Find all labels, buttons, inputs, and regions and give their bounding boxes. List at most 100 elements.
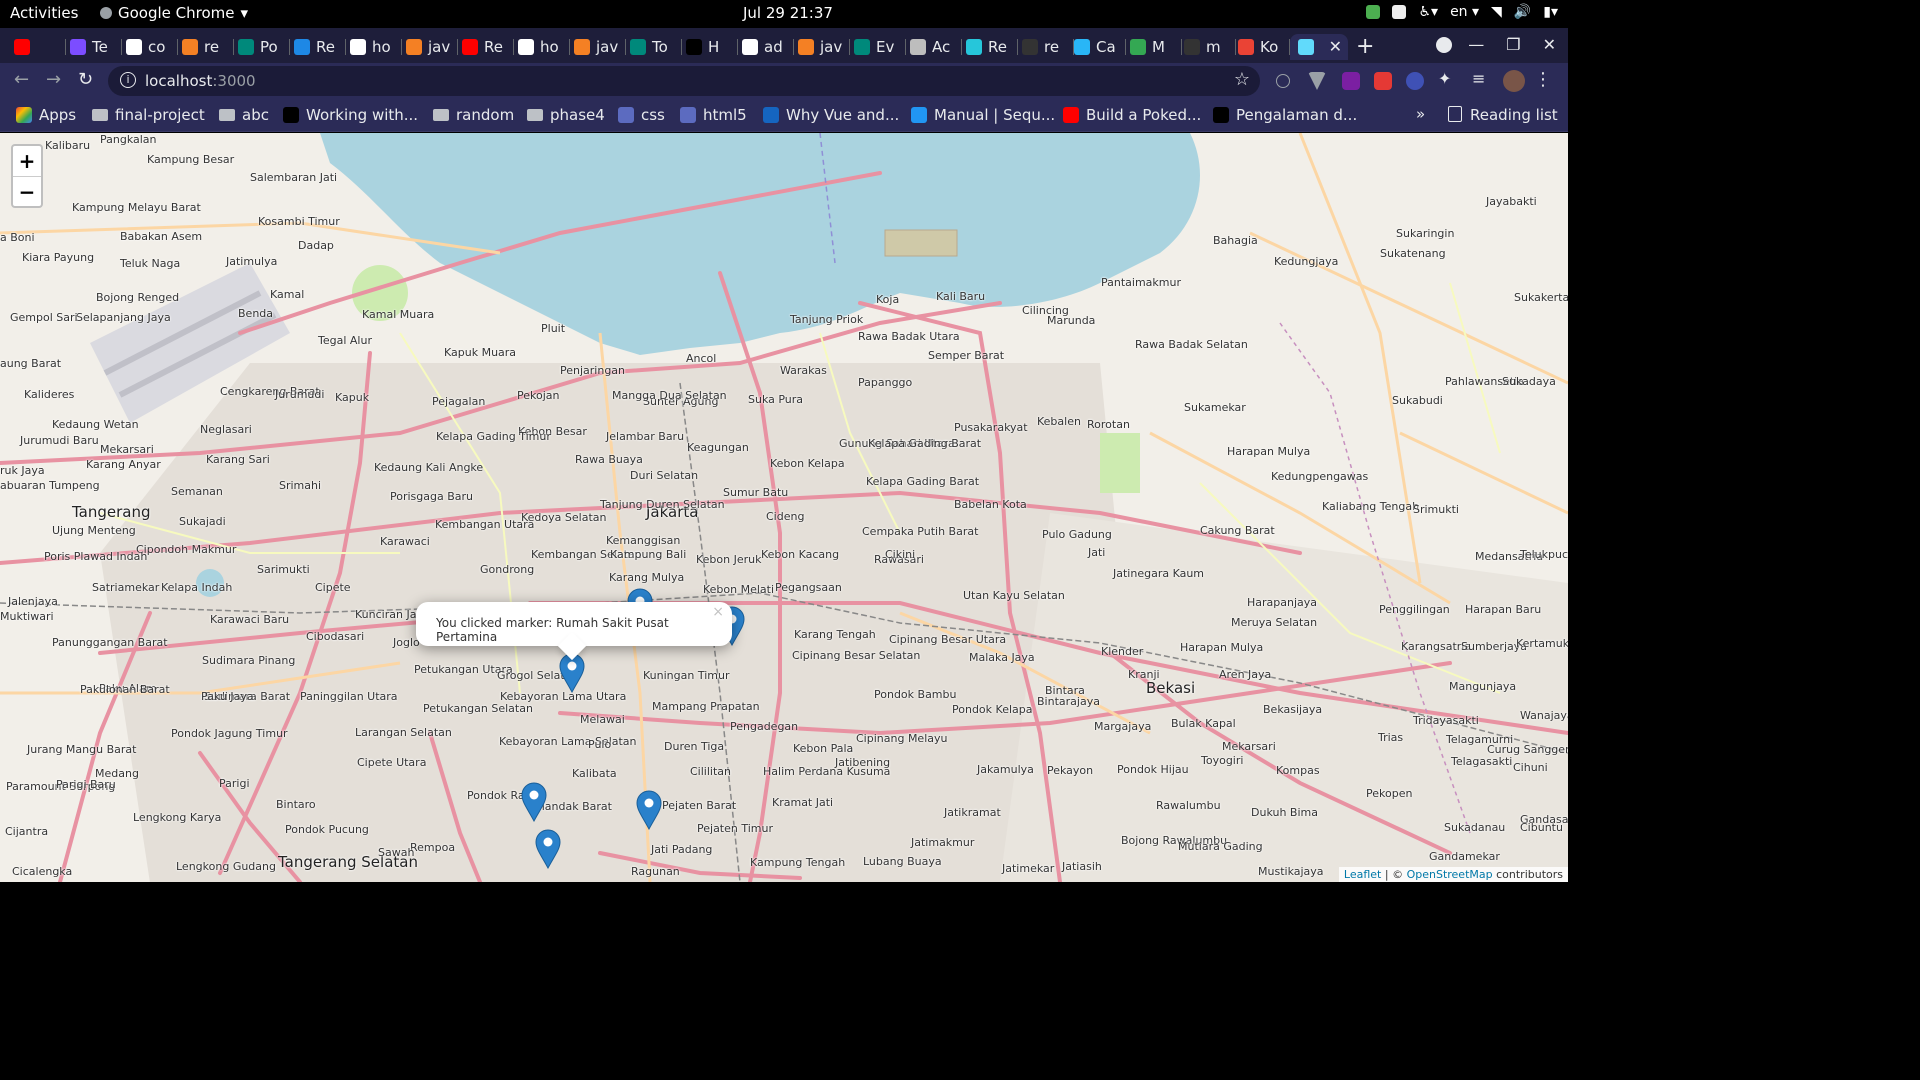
bookmark-item[interactable]: Working with... xyxy=(283,106,418,124)
browser-tab[interactable]: m xyxy=(1184,34,1236,60)
forward-button[interactable]: → xyxy=(46,69,61,90)
battery-icon[interactable]: ▮▾ xyxy=(1543,4,1558,20)
extension-icon[interactable] xyxy=(1276,74,1290,88)
place-label: Sukaringin xyxy=(1396,227,1455,240)
browser-tab[interactable]: Te xyxy=(70,34,122,60)
language-indicator[interactable]: en ▾ xyxy=(1450,4,1479,20)
hospital-marker[interactable] xyxy=(636,790,662,830)
reload-button[interactable]: ↻ xyxy=(78,69,93,90)
bookmark-folder[interactable]: phase4 xyxy=(527,106,605,124)
browser-tab[interactable]: Ac xyxy=(910,34,962,60)
tab-separator xyxy=(1181,39,1182,55)
place-label: Cihuni xyxy=(1513,761,1548,774)
tab-search-icon[interactable] xyxy=(1436,37,1452,53)
redux-devtools-icon[interactable] xyxy=(1342,72,1360,90)
place-label: Jatinegara Kaum xyxy=(1113,567,1205,580)
browser-tab[interactable]: To xyxy=(630,34,682,60)
place-label: Kuningan Timur xyxy=(643,669,730,682)
wifi-icon[interactable]: ◥ xyxy=(1491,4,1502,20)
extension-red-icon[interactable] xyxy=(1374,72,1392,90)
browser-tab[interactable]: co xyxy=(126,34,178,60)
zoom-in-button[interactable]: + xyxy=(13,146,41,176)
place-label: Babelan Kota xyxy=(954,498,1027,511)
browser-tab[interactable]: Re xyxy=(966,34,1018,60)
new-tab-button[interactable]: + xyxy=(1356,34,1374,59)
place-label: Jelambar Baru xyxy=(606,430,685,443)
close-tab-icon[interactable]: ✕ xyxy=(1329,37,1342,56)
minimize-button[interactable]: — xyxy=(1468,35,1484,54)
place-label: Tanjung Duren Selatan xyxy=(600,498,725,511)
media-control-icon[interactable]: ≡ xyxy=(1472,69,1490,88)
color-picker-icon[interactable] xyxy=(1406,72,1424,90)
bookmark-item[interactable]: Apps xyxy=(16,106,76,124)
popup-close-button[interactable]: × xyxy=(712,604,724,620)
leaflet-link[interactable]: Leaflet xyxy=(1344,868,1381,881)
browser-tab[interactable]: re xyxy=(182,34,234,60)
browser-tab[interactable]: Ko xyxy=(1238,34,1290,60)
browser-tab[interactable]: ho xyxy=(518,34,570,60)
back-button[interactable]: ← xyxy=(14,69,29,90)
close-window-button[interactable]: ✕ xyxy=(1543,35,1556,54)
hospital-marker[interactable] xyxy=(535,829,561,869)
system-tray[interactable]: ♿▾ en ▾ ◥ 🔊 ▮▾ xyxy=(1366,4,1558,20)
browser-tab[interactable] xyxy=(14,34,66,60)
openstreetmap-link[interactable]: OpenStreetMap xyxy=(1407,868,1493,881)
avatar[interactable] xyxy=(1503,70,1525,92)
browser-tab[interactable]: Ca xyxy=(1074,34,1126,60)
hospital-marker[interactable] xyxy=(521,782,547,822)
address-bar[interactable]: i localhost:3000 ☆ xyxy=(108,66,1260,96)
clock[interactable]: Jul 29 21:37 xyxy=(743,4,833,22)
browser-tab[interactable]: M xyxy=(1130,34,1182,60)
discord-icon[interactable] xyxy=(1392,5,1407,19)
activities-button[interactable]: Activities xyxy=(10,4,78,22)
bookmarks-overflow-button[interactable]: » xyxy=(1416,105,1425,123)
volume-icon[interactable]: 🔊 xyxy=(1514,4,1531,20)
browser-tab[interactable]: Ev xyxy=(854,34,906,60)
place-label: Satriamekar xyxy=(92,581,160,594)
folder-icon xyxy=(433,109,449,121)
site-info-icon[interactable]: i xyxy=(120,72,136,88)
bookmark-star-icon[interactable]: ☆ xyxy=(1234,69,1250,90)
accessibility-icon[interactable]: ♿▾ xyxy=(1418,4,1438,20)
zoom-out-button[interactable]: − xyxy=(13,176,41,206)
bookmark-item[interactable]: html5 xyxy=(680,106,747,124)
browser-tab[interactable]: jav xyxy=(798,34,850,60)
bookmark-item[interactable]: css xyxy=(618,106,665,124)
browser-tab[interactable]: ho xyxy=(350,34,402,60)
browser-tab[interactable]: jav xyxy=(574,34,626,60)
maximize-button[interactable]: ❐ xyxy=(1506,35,1520,54)
reading-list-button[interactable]: Reading list xyxy=(1448,106,1558,124)
place-label: Cikini xyxy=(885,548,916,561)
browser-tab[interactable]: Re xyxy=(462,34,514,60)
bookmark-folder[interactable]: abc xyxy=(219,106,269,124)
extension-status-icon[interactable] xyxy=(1366,5,1381,19)
browser-tab[interactable]: re xyxy=(1022,34,1074,60)
url-text[interactable]: localhost:3000 xyxy=(145,72,256,90)
trello-icon xyxy=(1074,39,1090,55)
place-label: Jayabakti xyxy=(1486,195,1537,208)
stackoverflow-icon xyxy=(182,39,198,55)
tab-separator xyxy=(289,39,290,55)
vue-devtools-icon[interactable] xyxy=(1308,72,1326,90)
puzzle-icon[interactable]: ✦ xyxy=(1438,69,1456,88)
kebab-menu-icon[interactable]: ⋮ xyxy=(1534,69,1552,90)
leaflet-map[interactable]: Jakarta Tangerang Bekasi Tangerang Selatan K… xyxy=(0,133,1568,882)
app-menu[interactable]: Google Chrome ▾ xyxy=(100,4,248,22)
place-label: Klender xyxy=(1101,645,1144,658)
bookmark-item[interactable]: Manual | Sequ... xyxy=(911,106,1055,124)
browser-tab[interactable]: ad xyxy=(742,34,794,60)
place-label: Melawai xyxy=(580,713,625,726)
browser-tab[interactable]: ✕ xyxy=(1290,34,1348,60)
browser-tab[interactable]: H xyxy=(686,34,738,60)
browser-tab[interactable]: Re xyxy=(294,34,346,60)
browser-tab[interactable]: Po xyxy=(238,34,290,60)
bookmark-item[interactable]: Pengalaman d... xyxy=(1213,106,1357,124)
bookmark-folder[interactable]: random xyxy=(433,106,514,124)
bookmark-folder[interactable]: final-project xyxy=(92,106,205,124)
place-label: Kebon Kelapa xyxy=(770,457,845,470)
browser-tab[interactable]: jav xyxy=(406,34,458,60)
bookmark-item[interactable]: Build a Poked... xyxy=(1063,106,1201,124)
place-label: Koja xyxy=(876,293,900,306)
bookmark-item[interactable]: Why Vue and... xyxy=(763,106,899,124)
tab-title: Te xyxy=(92,38,108,56)
